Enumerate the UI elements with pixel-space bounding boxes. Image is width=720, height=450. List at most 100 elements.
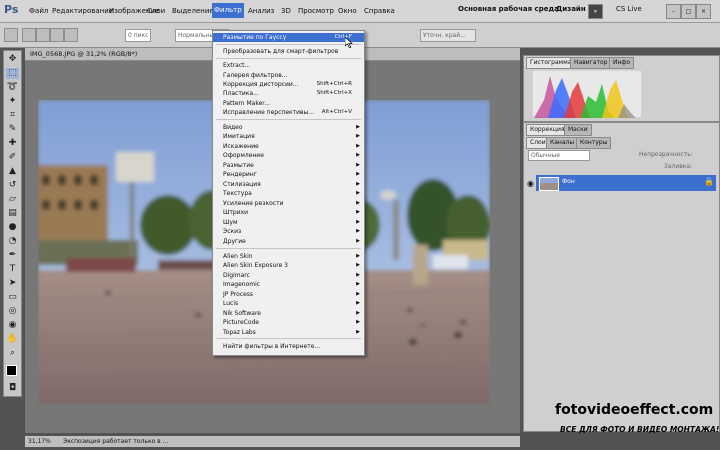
status-info[interactable]: Экспозиция работает только в ... — [63, 436, 168, 447]
filter-menu-item[interactable]: Шум ▶ — [213, 218, 364, 227]
dodge-tool-icon[interactable]: ◔ — [6, 236, 19, 247]
filter-menu-item[interactable]: Alien Skin ▶ — [213, 252, 364, 261]
menu-layers[interactable]: Слои — [145, 5, 167, 17]
menu-select[interactable]: Выделение — [170, 5, 216, 17]
menu-file[interactable]: Файл — [27, 5, 50, 17]
filter-menu-item[interactable]: Текстура ▶ — [213, 189, 364, 198]
filter-menu-item[interactable]: Digimarc ▶ — [213, 271, 364, 280]
submenu-arrow-icon: ▶ — [356, 253, 360, 259]
blend-mode-select[interactable]: Обычные — [528, 150, 590, 161]
add-selection-icon[interactable] — [36, 28, 50, 42]
menu-window[interactable]: Окно — [336, 5, 359, 17]
filter-menu-item[interactable]: Искажение ▶ — [213, 142, 364, 151]
filter-menu-item[interactable]: Nik Software ▶ — [213, 309, 364, 318]
submenu-arrow-icon: ▶ — [356, 143, 360, 149]
filter-menu-item[interactable]: Рендеринг ▶ — [213, 170, 364, 179]
clone-stamp-icon[interactable]: ▲ — [6, 166, 19, 177]
history-brush-icon[interactable]: ↺ — [6, 180, 19, 191]
filter-menu-item[interactable]: Размытие ▶ — [213, 161, 364, 170]
filter-menu-item[interactable]: Видео ▶ — [213, 123, 364, 132]
3d-rotate-icon[interactable]: ◎ — [6, 306, 19, 317]
filter-menu-item[interactable]: Другие ▶ — [213, 237, 364, 246]
submenu-arrow-icon: ▶ — [356, 200, 360, 206]
filter-menu-item[interactable]: PictureCode ▶ — [213, 318, 364, 327]
marquee-preset-icon[interactable] — [4, 28, 18, 42]
gradient-tool-icon[interactable]: ▤ — [6, 208, 19, 219]
filter-menu-item[interactable]: Усиление резкости ▶ — [213, 199, 364, 208]
filter-menu-item[interactable]: Штрихи ▶ — [213, 208, 364, 217]
eraser-tool-icon[interactable]: ▱ — [6, 194, 19, 205]
filter-menu-item[interactable]: Imagenomic ▶ — [213, 280, 364, 289]
3d-orbit-icon[interactable]: ◉ — [6, 320, 19, 331]
filter-menu-item[interactable]: Исправление перспективы... Alt+Ctrl+V — [213, 108, 364, 117]
filter-menu-item[interactable]: Имитация ▶ — [213, 132, 364, 141]
feather-field[interactable]: 0 пикс — [125, 29, 151, 42]
quick-mask-icon[interactable]: ◘ — [6, 383, 19, 394]
filter-menu-item[interactable]: Extract... — [213, 61, 364, 70]
filter-menu-item[interactable]: Оформление ▶ — [213, 151, 364, 160]
tab-info[interactable]: Инфо — [609, 57, 635, 69]
tab-channels[interactable]: Каналы — [546, 137, 579, 149]
intersect-selection-icon[interactable] — [64, 28, 78, 42]
filter-menu-item[interactable]: Pattern Maker... — [213, 99, 364, 108]
maximize-icon[interactable]: □ — [681, 4, 696, 19]
filter-menu-item-shortcut: Shift+Ctrl+R — [316, 81, 352, 87]
marquee-tool-icon[interactable]: ⬚ — [6, 68, 19, 79]
workspace-label[interactable]: Основная рабочая среда — [458, 5, 559, 13]
cs-live-button[interactable]: CS Live — [616, 5, 642, 13]
healing-brush-icon[interactable]: ✚ — [6, 138, 19, 149]
tab-histogram[interactable]: Гистограмма — [526, 57, 576, 69]
expand-icon[interactable]: » — [588, 4, 603, 19]
type-tool-icon[interactable]: T — [6, 264, 19, 275]
crop-tool-icon[interactable]: ⌗ — [6, 110, 19, 121]
pen-tool-icon[interactable]: ✒ — [6, 250, 19, 261]
filter-menu-item-label: Штрихи — [223, 209, 249, 216]
foreground-color-swatch[interactable] — [6, 365, 17, 376]
filter-menu-item[interactable]: Найти фильтры в Интернете... — [213, 342, 364, 351]
tab-masks[interactable]: Маски — [564, 124, 592, 136]
layer-row-background[interactable]: Фон 🔒 — [536, 175, 716, 191]
filter-menu-item[interactable]: Галерея фильтров... — [213, 71, 364, 80]
watermark-site: fotovideoeffect.com — [555, 402, 714, 418]
path-selection-icon[interactable]: ➤ — [6, 278, 19, 289]
blur-tool-icon[interactable]: ● — [6, 222, 19, 233]
move-tool-icon[interactable]: ✥ — [6, 54, 19, 65]
refine-edge-button[interactable]: Уточн. край... — [420, 29, 476, 42]
lasso-tool-icon[interactable]: ➰ — [6, 82, 19, 93]
menu-separator — [216, 119, 361, 120]
shape-tool-icon[interactable]: ▭ — [6, 292, 19, 303]
design-workspace[interactable]: Дизайн — [556, 5, 586, 13]
filter-menu-item[interactable]: Стилизация ▶ — [213, 180, 364, 189]
close-icon[interactable]: × — [696, 4, 711, 19]
filter-menu-item[interactable]: Lucis ▶ — [213, 299, 364, 308]
submenu-arrow-icon: ▶ — [356, 162, 360, 168]
brush-tool-icon[interactable]: ✐ — [6, 152, 19, 163]
filter-menu-item[interactable]: Пластика... Shift+Ctrl+X — [213, 89, 364, 98]
menu-analysis[interactable]: Анализ — [246, 5, 276, 17]
filter-menu-item[interactable]: Размытие по Гауссу Ctrl+F — [213, 33, 364, 42]
menu-edit[interactable]: Редактирование — [50, 5, 115, 17]
menu-3d[interactable]: 3D — [279, 5, 293, 17]
new-selection-icon[interactable] — [22, 28, 36, 42]
visibility-eye-icon[interactable]: ◉ — [527, 179, 534, 188]
tab-adjustments[interactable]: Коррекция — [526, 124, 569, 136]
tab-paths[interactable]: Контуры — [576, 137, 612, 149]
subtract-selection-icon[interactable] — [50, 28, 64, 42]
magic-wand-icon[interactable]: ✦ — [6, 96, 19, 107]
menu-view[interactable]: Просмотр — [296, 5, 336, 17]
filter-menu-item-label: Шум — [223, 219, 238, 226]
filter-menu-item[interactable]: Эскиз ▶ — [213, 227, 364, 236]
status-zoom[interactable]: 31,17% — [28, 436, 51, 447]
eyedropper-icon[interactable]: ✎ — [6, 124, 19, 135]
filter-menu-item[interactable]: Коррекция дисторсии... Shift+Ctrl+R — [213, 80, 364, 89]
filter-menu-item[interactable]: JP Process ▶ — [213, 290, 364, 299]
menu-filter[interactable]: Фильтр — [212, 3, 244, 18]
filter-menu-item[interactable]: Topaz Labs ▶ — [213, 328, 364, 337]
tab-navigator[interactable]: Навигатор — [570, 57, 612, 69]
zoom-tool-icon[interactable]: ⌕ — [6, 348, 19, 359]
hand-tool-icon[interactable]: ✋ — [6, 334, 19, 345]
filter-menu-item[interactable]: Alien Skin Exposure 3 ▶ — [213, 261, 364, 270]
minimize-icon[interactable]: – — [666, 4, 681, 19]
menu-help[interactable]: Справка — [362, 5, 397, 17]
filter-menu-item[interactable]: Преобразовать для смарт-фильтров — [213, 47, 364, 56]
